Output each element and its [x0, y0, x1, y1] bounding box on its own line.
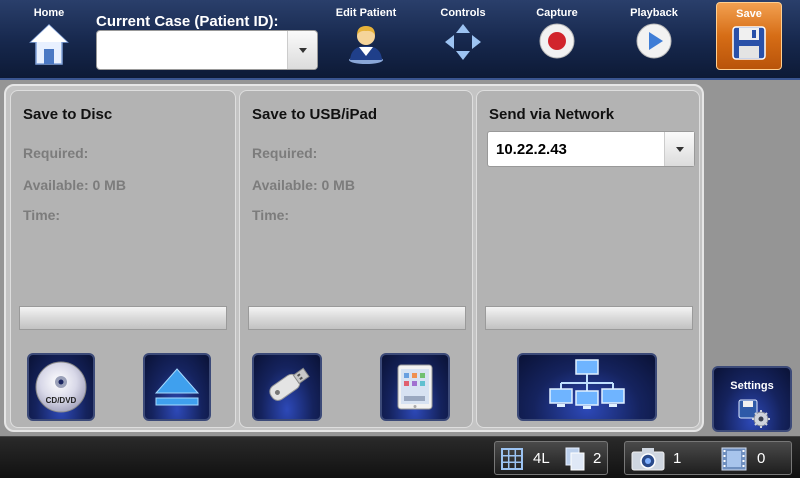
- patient-id-select[interactable]: [96, 30, 318, 70]
- disc-progress-bar: [19, 306, 227, 330]
- camera-icon: [631, 448, 665, 471]
- required-label: Required:: [252, 145, 318, 161]
- playback-button[interactable]: Playback: [620, 0, 688, 78]
- edit-patient-button[interactable]: Edit Patient: [330, 0, 402, 78]
- save-button[interactable]: Save: [716, 2, 782, 70]
- capture-button[interactable]: Capture: [524, 0, 590, 78]
- network-address-value: 10.22.2.43: [496, 141, 567, 158]
- home-icon: [29, 23, 69, 65]
- settings-button[interactable]: Settings: [712, 366, 792, 432]
- cd-dvd-text: CD/DVD: [46, 396, 77, 405]
- layout-value: 4L: [533, 450, 550, 467]
- status-bar: 4L 2 1 0: [0, 436, 800, 478]
- panel-title: Save to Disc: [23, 106, 113, 123]
- edit-patient-label: Edit Patient: [335, 7, 397, 19]
- ipad-icon: [397, 364, 433, 410]
- photo-count: 1: [673, 450, 682, 467]
- save-options-group: Save to Disc Required: Available: 0 MB T…: [4, 84, 704, 432]
- arrows-icon: [445, 24, 481, 60]
- save-to-usb-panel: Save to USB/iPad Required: Available: 0 …: [239, 90, 473, 428]
- available-label: Available: 0 MB: [252, 177, 355, 193]
- layout-counter: 4L 2: [494, 441, 608, 475]
- record-icon: [539, 23, 575, 59]
- cd-icon: CD/DVD: [35, 361, 87, 413]
- controls-label: Controls: [440, 7, 486, 19]
- network-address-select[interactable]: 10.22.2.43: [487, 131, 695, 167]
- panel-title: Send via Network: [489, 106, 615, 123]
- save-usb-button[interactable]: [252, 353, 322, 421]
- eject-icon: [154, 368, 200, 406]
- network-progress-bar: [485, 306, 693, 330]
- save-label: Save: [736, 8, 762, 20]
- top-toolbar: Home Current Case (Patient ID): Edit Pat…: [0, 0, 800, 80]
- floppy-icon: [732, 26, 766, 60]
- send-network-button[interactable]: [517, 353, 657, 421]
- capture-label: Capture: [536, 7, 578, 19]
- film-icon: [721, 447, 747, 471]
- settings-gear-icon: [738, 399, 770, 428]
- media-counter: 1 0: [624, 441, 792, 475]
- main-area: Save to Disc Required: Available: 0 MB T…: [0, 80, 800, 436]
- available-label: Available: 0 MB: [23, 177, 126, 193]
- home-label: Home: [33, 7, 65, 19]
- panel-title: Save to USB/iPad: [252, 106, 378, 123]
- time-label: Time:: [252, 207, 290, 223]
- grid-icon: [501, 448, 523, 470]
- pages-icon: [565, 447, 585, 471]
- home-button[interactable]: Home: [22, 0, 76, 78]
- playback-label: Playback: [630, 7, 678, 19]
- play-icon: [636, 23, 672, 59]
- usb-progress-bar: [248, 306, 466, 330]
- current-case-label: Current Case (Patient ID):: [96, 13, 279, 30]
- network-icon: [549, 359, 625, 409]
- required-label: Required:: [23, 145, 89, 161]
- eject-button[interactable]: [143, 353, 211, 421]
- send-via-network-panel: Send via Network 10.22.2.43: [476, 90, 700, 428]
- settings-label: Settings: [730, 380, 774, 392]
- save-ipad-button[interactable]: [380, 353, 450, 421]
- burn-cd-dvd-button[interactable]: CD/DVD: [27, 353, 95, 421]
- chevron-down-icon[interactable]: [664, 132, 694, 166]
- chevron-down-icon[interactable]: [287, 31, 317, 69]
- save-to-disc-panel: Save to Disc Required: Available: 0 MB T…: [10, 90, 236, 428]
- video-count: 0: [757, 450, 766, 467]
- person-icon: [349, 26, 383, 64]
- pages-value: 2: [593, 450, 602, 467]
- time-label: Time:: [23, 207, 61, 223]
- usb-icon: [269, 367, 310, 401]
- controls-button[interactable]: Controls: [428, 0, 498, 78]
